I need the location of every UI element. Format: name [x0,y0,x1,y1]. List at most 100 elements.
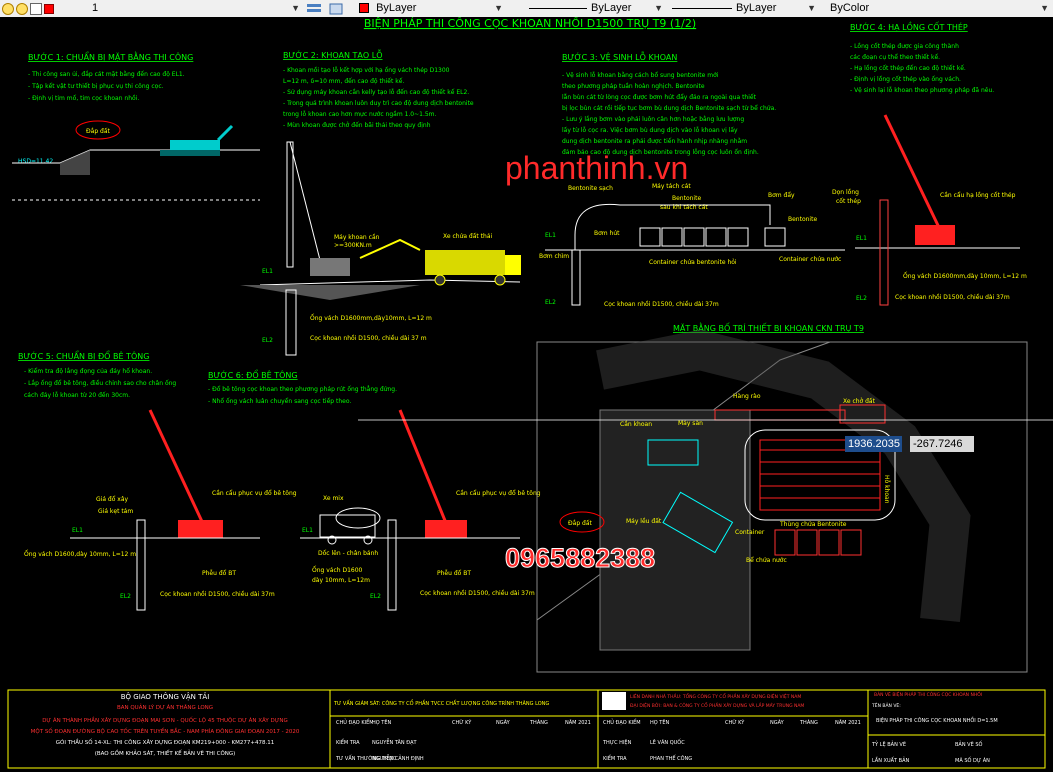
project-code-label: MÃ SỐ DỰ ÁN [955,756,990,764]
step5-line: - Lắp ống đổ bê tông, điều chỉnh sao cho… [24,379,176,387]
consultant-label: TƯ VẤN GIÁM SÁT: CÔNG TY CỔ PHẦN TVCC CH… [333,699,549,707]
plotstyle-dropdown[interactable]: ByColor ▼ [826,1,1051,15]
model-space-canvas[interactable]: BIỆN PHÁP THI CÔNG CỌC KHOAN NHỒI D1500 … [0,17,1053,772]
truck-label: Xe chứa đất thải [443,233,493,240]
step2-line: - Sử dụng máy khoan cần kelly tạo lỗ đến… [283,88,469,96]
el-marker: EL2 [370,593,381,600]
step6-line: - Đổ bê tông cọc khoan theo phương pháp … [208,386,397,393]
fill-plan-label: Đắp đất [568,520,593,527]
layer-dropdown[interactable]: 1 ▼ [88,1,302,15]
borehole-label: Hỗ khoan [883,475,890,504]
el-marker: EL1 [545,232,556,239]
sig-header: CHỮ KÝ [725,719,745,726]
color-dropdown[interactable]: ByLayer ▼ [355,1,505,15]
step2-line: L=12 m, δ=10 mm, đến cao độ thiết kế. [283,78,404,85]
chevron-down-icon[interactable]: ▼ [807,1,816,15]
el-marker: EL2 [856,295,867,302]
drawing-title: BIỆN PHÁP THI CÔNG CỌC KHOAN NHỒI D1500 … [364,17,696,30]
el-marker: EL1 [262,268,273,275]
hsd-label: HSD=11.42 [18,158,53,165]
sig-row-label: KIỂM TRA [603,754,627,762]
lock-icon[interactable] [30,2,42,15]
tremie-label: Dốc lên - chân bánh [318,550,378,557]
lightbulb-icon[interactable] [2,2,14,15]
sig-header: NĂM 2021 [835,719,861,726]
step1-line: - Tập kết vật tư thiết bị phục vụ thi cô… [28,83,164,90]
lineweight-sample [672,8,732,9]
layer-color-swatch [44,3,54,14]
casing-label: Ống vách D1600,dày 10mm, L=12 m [24,550,136,558]
chevron-down-icon[interactable]: ▼ [654,1,663,15]
rig-plan-label: Máy sàn [678,420,703,427]
step3-line: lấy từ lỗ cọc ra. Việc bơm bù dung dịch … [562,127,738,134]
sig-header: THÁNG [799,719,818,726]
rack-label: Giá đổ xây [96,496,129,503]
linetype-sample [529,8,587,9]
rack-label2: Giá kẹt tám [98,508,133,515]
layer-previous-icon[interactable] [328,1,346,16]
funnel-label: Phễu đổ BT [437,570,471,577]
step3-line: bị lọc bùn cát rồi tiếp tục bơm bù dung … [562,104,776,112]
site-watermark: phanthinh.vn [505,150,689,186]
pile-label: Cọc khoan nhồi D1500, chiều dài 37 m [310,334,427,342]
el-marker: EL2 [545,299,556,306]
step3-line: - Vệ sinh lỗ khoan bằng cách bổ sung ben… [562,72,719,79]
casing-label: Ống vách D1600mm,dày 10mm, L=12 m [903,272,1027,280]
casing-label2: dày 10mm, L=12m [312,577,370,584]
step6-line: - Nhổ ống vách luân chuyển sang cọc tiếp… [208,398,351,405]
linetype-value: ByLayer [591,2,632,14]
chevron-down-icon[interactable]: ▼ [1040,1,1049,15]
step3-line: dung dịch bentonite ra phải được tiến hà… [562,138,747,145]
project-line: MỘT SỐ ĐOẠN ĐƯỜNG BỘ CAO TỐC TRÊN TUYẾN … [31,727,300,735]
sun-icon[interactable] [16,2,28,15]
sig-header: CHỦ ĐẠO KIỂM [336,718,374,726]
step4-line: - Lồng cốt thép được gia công thành [850,42,959,50]
chevron-down-icon[interactable]: ▼ [494,1,503,15]
sig-header: THÁNG [529,719,548,726]
step4-line: - Định vị lồng cốt thép vào ống vách. [850,75,961,83]
coord-x-input[interactable]: 1936.2035 [845,436,902,452]
step4-line: - Hạ lồng cốt thép đến cao độ thiết kế. [850,64,966,72]
match-properties-icon[interactable] [306,1,324,16]
sig-row-name: PHAN THẾ CÔNG [650,754,692,762]
funnel-label: Phễu đổ BT [202,570,236,577]
sig-header: NĂM 2021 [565,719,591,726]
sig-header: CHỮ KÝ [452,719,472,726]
sheet-no-label: BẢN VẼ SỐ [955,740,983,748]
step3-line: - Lưu ý lắng bơm vào phải luôn cân hơn h… [562,116,744,123]
crane-label: Cần cẩu phục vụ đổ bê tông [456,489,541,497]
dirty-label: Bentonite [672,195,701,202]
guide-label: Dọn lồng [832,188,859,196]
crane-label: Cần cẩu phục vụ đổ bê tông [212,489,297,497]
ministry-sub-label: BAN QUẢN LÝ DỰ ÁN THĂNG LONG [117,703,213,711]
pile-label: Cọc khoan nhồi D1500, chiều dài 37m [895,293,1010,301]
tank-label: Container [735,529,765,536]
layer-value: 1 [92,2,99,14]
crane-plan-label: Cần khoan [620,420,652,428]
fill-label: Đắp đất [86,128,111,135]
pile-label: Cọc khoan nhồi D1500, chiều dài 37m [604,300,719,308]
container-label: Container chứa bentonite hỏi [649,259,737,266]
issue-label: LẦN XUẤT BẢN [872,756,910,764]
el-marker: EL2 [262,337,273,344]
el-marker: EL1 [302,527,313,534]
linetype-dropdown[interactable]: ByLayer ▼ [525,1,665,15]
lineweight-dropdown[interactable]: ByLayer ▼ [668,1,818,15]
pump-label: Bơm đẩy [768,192,795,199]
chevron-down-icon[interactable]: ▼ [291,1,300,15]
el-marker: EL2 [120,593,131,600]
contractor-logo [602,692,626,710]
mixer-label: Xe mix [323,495,344,502]
pump2-label: Bơm hút [594,230,620,237]
step4-line: các đoạn cụ thể theo thiết kế. [850,54,940,61]
step2-line: trong lỗ khoan cao hơn mực nước ngầm 1.0… [283,110,437,118]
step4-line: - Vệ sinh lại lỗ khoan theo phương pháp … [850,87,994,94]
fence-label: Hàng rào [733,393,761,400]
layer-state-icons[interactable] [2,1,58,16]
coord-y-input[interactable]: -267.7246 [910,436,974,452]
sig-row-name: LÊ VĂN QUỐC [650,738,685,746]
step2-line: - Khoan mồi tạo lỗ kết hợp với hạ ống vá… [283,66,450,74]
sig-row-name: NGUYỄN TÂN ĐẠT [372,738,418,746]
step5-line: cách đáy lỗ khoan từ 20 đến 30cm. [24,392,130,399]
el-marker: EL1 [856,235,867,242]
